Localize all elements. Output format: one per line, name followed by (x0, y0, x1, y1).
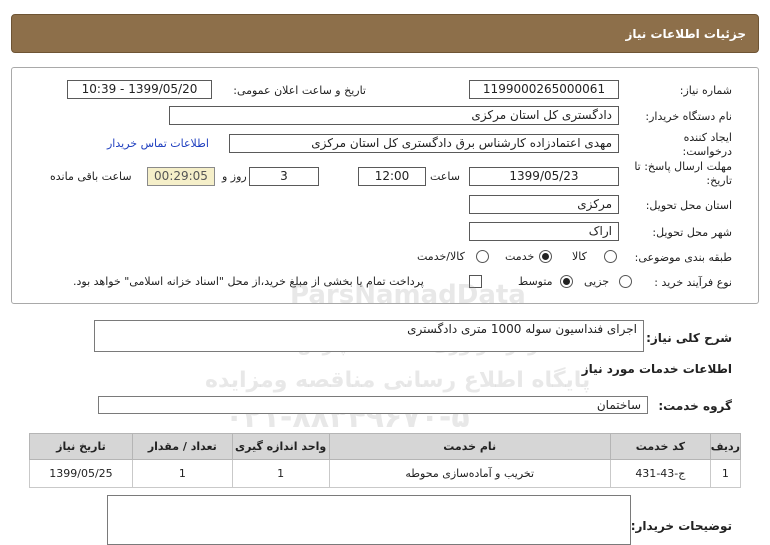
announce-label: تاریخ و ساعت اعلان عمومی: (233, 84, 366, 97)
page-header: جزئیات اطلاعات نیاز (11, 14, 759, 53)
watermark-portal: پایگاه اطلاع رسانی مناقصه ومزایده (205, 368, 591, 393)
days-field[interactable]: 3 (249, 167, 319, 186)
description-field[interactable]: اجرای فنداسیون سوله 1000 متری دادگستری (94, 320, 644, 352)
city-field[interactable]: اراک (469, 222, 619, 241)
province-label: استان محل تحویل: (645, 199, 732, 212)
services-table: ردیف کد خدمت نام خدمت واحد اندازه گیری ت… (29, 433, 742, 488)
need-number-label: شماره نیاز: (679, 84, 732, 97)
category-label: طبقه بندی موضوعی: (634, 251, 732, 264)
days-label: روز و (222, 170, 247, 183)
process-label: نوع فرآیند خرید : (654, 276, 732, 289)
buyer-org-label: نام دستگاه خریدار: (645, 110, 732, 123)
category-option-goods: کالا (572, 250, 587, 263)
col-row: ردیف (709, 433, 742, 460)
cell-service-code: ج-43-431 (609, 459, 711, 488)
deadline-date-field[interactable]: 1399/05/23 (469, 167, 619, 186)
need-number-field[interactable]: 1199000265000061 (469, 80, 619, 99)
col-quantity: تعداد / مقدار (131, 433, 233, 460)
category-option-goods-service: کالا/خدمت (417, 250, 465, 263)
process-option-minor: جزیی (584, 275, 610, 288)
contact-info-link[interactable]: اطلاعات تماس خریدار (107, 137, 209, 150)
remaining-label: ساعت باقی مانده (50, 170, 132, 183)
buyer-notes-field[interactable] (107, 495, 631, 545)
services-table-header: ردیف کد خدمت نام خدمت واحد اندازه گیری ت… (29, 433, 742, 460)
deadline-label: مهلت ارسال پاسخ: تا تاریخ: (634, 160, 732, 187)
deadline-time-field[interactable]: 12:00 (358, 167, 426, 186)
page-title: جزئیات اطلاعات نیاز (625, 27, 746, 41)
requester-field[interactable]: مهدی اعتمادزاده کارشناس برق دادگستری کل … (229, 134, 619, 153)
city-label: شهر محل تحویل: (652, 226, 732, 239)
category-radio-goods[interactable] (604, 250, 617, 263)
process-radio-medium[interactable] (560, 275, 573, 288)
category-radio-service[interactable] (539, 250, 552, 263)
col-unit: واحد اندازه گیری (231, 433, 330, 460)
province-field[interactable]: مرکزی (469, 195, 619, 214)
buyer-notes-label: توضیحات خریدار: (630, 519, 732, 533)
cell-unit: 1 (231, 459, 330, 488)
category-option-service: خدمت (505, 250, 535, 263)
cell-quantity: 1 (131, 459, 233, 488)
watermark-brand: ParsNamadData (290, 280, 526, 310)
services-section-title: اطلاعات خدمات مورد نیاز (581, 362, 732, 376)
requester-label: ایجاد کننده درخواست: (682, 131, 732, 158)
cell-service-name: تخریب و آماده‌سازی محوطه (328, 459, 611, 488)
col-service-name: نام خدمت (328, 433, 611, 460)
buyer-org-field[interactable]: دادگستری کل استان مرکزی (169, 106, 619, 125)
col-need-date: تاریخ نیاز (29, 433, 133, 460)
process-radio-minor[interactable] (619, 275, 632, 288)
cell-row: 1 (709, 459, 742, 488)
service-group-field[interactable]: ساختمان (98, 396, 648, 414)
deadline-time-label: ساعت (430, 170, 460, 183)
col-service-code: کد خدمت (609, 433, 711, 460)
cell-need-date: 1399/05/25 (29, 459, 133, 488)
service-group-label: گروه خدمت: (658, 399, 732, 413)
table-row: 1 ج-43-431 تخریب و آماده‌سازی محوطه 1 1 … (29, 459, 742, 488)
description-label: شرح کلی نیاز: (646, 331, 732, 345)
announce-field[interactable]: 1399/05/20 - 10:39 (67, 80, 212, 99)
category-radio-goods-service[interactable] (476, 250, 489, 263)
remaining-time-field: 00:29:05 (147, 167, 215, 186)
